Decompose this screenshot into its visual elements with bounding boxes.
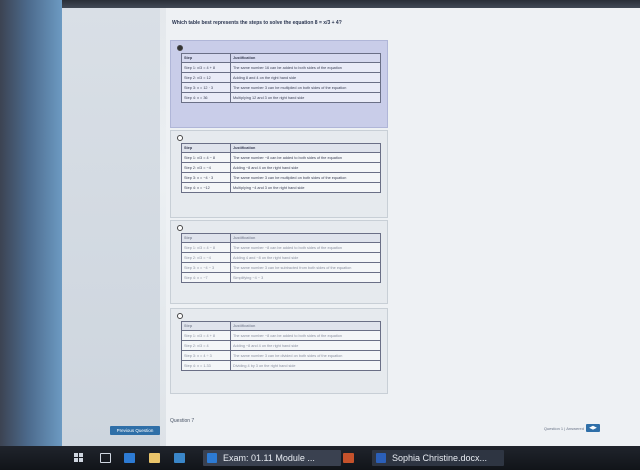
step-cell: Step 2: x/3 = 4 — [181, 340, 231, 351]
step-cell: Step 4: x = 1.33 — [181, 360, 231, 371]
taskbar-app-word[interactable]: Sophia Christine.docx... — [372, 450, 504, 466]
justification-cell: Adding 4 and −8 on the right hand side — [230, 252, 381, 263]
option-b[interactable]: Step Justification Step 1: x/3 = 4 − 8 Th… — [170, 130, 388, 218]
taskbar-app-label: Exam: 01.11 Module ... — [223, 453, 315, 463]
windows-start-icon[interactable] — [74, 453, 84, 463]
steps-table-c: Step Justification Step 1: x/3 = 4 − 8 Th… — [181, 233, 381, 283]
taskbar: Exam: 01.11 Module ... Sophia Christine.… — [0, 446, 640, 470]
step-cell: Step 4: x = −12 — [181, 182, 231, 193]
edge-taskbar-icon[interactable] — [124, 453, 135, 463]
taskbar-app-edge[interactable]: Exam: 01.11 Module ... — [203, 450, 341, 466]
taskbar-app-label: Sophia Christine.docx... — [392, 453, 488, 463]
justification-cell: Adding 8 and 4 on the right hand side — [230, 72, 381, 83]
steps-table-b: Step Justification Step 1: x/3 = 4 − 8 Th… — [181, 143, 381, 193]
task-view-icon[interactable] — [100, 453, 111, 463]
justification-cell: The same number 3 can be multiplied on b… — [230, 172, 381, 183]
justification-cell: The same number 3 can be multiplied on b… — [230, 82, 381, 93]
powerpoint-icon[interactable] — [343, 453, 354, 463]
main-content: Which table best represents the steps to… — [166, 8, 640, 446]
justification-cell: The same number 3 can be divided on both… — [230, 350, 381, 361]
option-d[interactable]: Step Justification Step 1: x/3 = 4 + 8 Th… — [170, 308, 388, 394]
question-text: Which table best represents the steps to… — [172, 20, 342, 26]
justification-cell: Simplifying −4 − 3 — [230, 272, 381, 283]
justification-cell: Adding −8 and 4 on the right hand side — [230, 162, 381, 173]
step-cell: Step 3: x = −4 · 3 — [181, 172, 231, 183]
sidebar: Previous Question — [62, 8, 160, 446]
file-explorer-icon[interactable] — [149, 453, 160, 463]
next-question-heading: Question 7 — [170, 418, 195, 424]
justification-cell: The same number 3 can be subtracted from… — [230, 262, 381, 273]
step-cell: Step 3: x = 4 ÷ 3 — [181, 350, 231, 361]
steps-table-d: Step Justification Step 1: x/3 = 4 + 8 Th… — [181, 321, 381, 371]
previous-question-button[interactable]: Previous Question — [110, 426, 160, 435]
monitor-bezel-left — [0, 0, 62, 446]
header-step: Step — [181, 321, 231, 331]
header-step: Step — [181, 233, 231, 243]
step-cell: Step 2: x/3 = 12 — [181, 72, 231, 83]
justification-cell: The same number −8 can be added to both … — [230, 330, 381, 341]
header-justification: Justification — [230, 143, 381, 153]
step-cell: Step 1: x/3 = 4 + 8 — [181, 330, 231, 341]
justification-cell: Dividing 4 by 3 on the right hand side — [230, 360, 381, 371]
radio-button-a[interactable] — [177, 45, 183, 51]
justification-cell: The same number 16 can be added to both … — [230, 62, 381, 73]
store-icon[interactable] — [174, 453, 185, 463]
header-step: Step — [181, 53, 231, 63]
option-c[interactable]: Step Justification Step 1: x/3 = 4 − 8 Th… — [170, 220, 388, 304]
header-justification: Justification — [230, 321, 381, 331]
word-icon — [376, 453, 386, 463]
step-cell: Step 4: x = 36 — [181, 92, 231, 103]
radio-button-b[interactable] — [177, 135, 183, 141]
steps-table-a: Step Justification Step 1: x/3 = 4 + 8 Th… — [181, 53, 381, 103]
option-a[interactable]: Step Justification Step 1: x/3 = 4 + 8 Th… — [170, 40, 388, 128]
justification-cell: Multiplying 12 and 3 on the right hand s… — [230, 92, 381, 103]
step-cell: Step 1: x/3 = 4 − 8 — [181, 242, 231, 253]
step-cell: Step 4: x = −7 — [181, 272, 231, 283]
header-justification: Justification — [230, 53, 381, 63]
step-cell: Step 2: x/3 = −4 — [181, 252, 231, 263]
header-justification: Justification — [230, 233, 381, 243]
nav-arrows-button[interactable]: ◀▶ — [586, 424, 600, 432]
radio-button-c[interactable] — [177, 225, 183, 231]
justification-cell: Adding −8 and 4 on the right hand side — [230, 340, 381, 351]
radio-button-d[interactable] — [177, 313, 183, 319]
step-cell: Step 3: x = −4 − 3 — [181, 262, 231, 273]
step-cell: Step 2: x/3 = −4 — [181, 162, 231, 173]
step-cell: Step 1: x/3 = 4 + 8 — [181, 62, 231, 73]
step-cell: Step 3: x = 12 · 3 — [181, 82, 231, 93]
edge-icon — [207, 453, 217, 463]
justification-cell: The same number −8 can be added to both … — [230, 242, 381, 253]
screen: Previous Question Which table best repre… — [62, 8, 640, 446]
justification-cell: The same number −8 can be added to both … — [230, 152, 381, 163]
header-step: Step — [181, 143, 231, 153]
step-cell: Step 1: x/3 = 4 − 8 — [181, 152, 231, 163]
question-nav-info: Question 1 | Answered — [543, 426, 584, 431]
justification-cell: Multiplying −4 and 3 on the right hand s… — [230, 182, 381, 193]
